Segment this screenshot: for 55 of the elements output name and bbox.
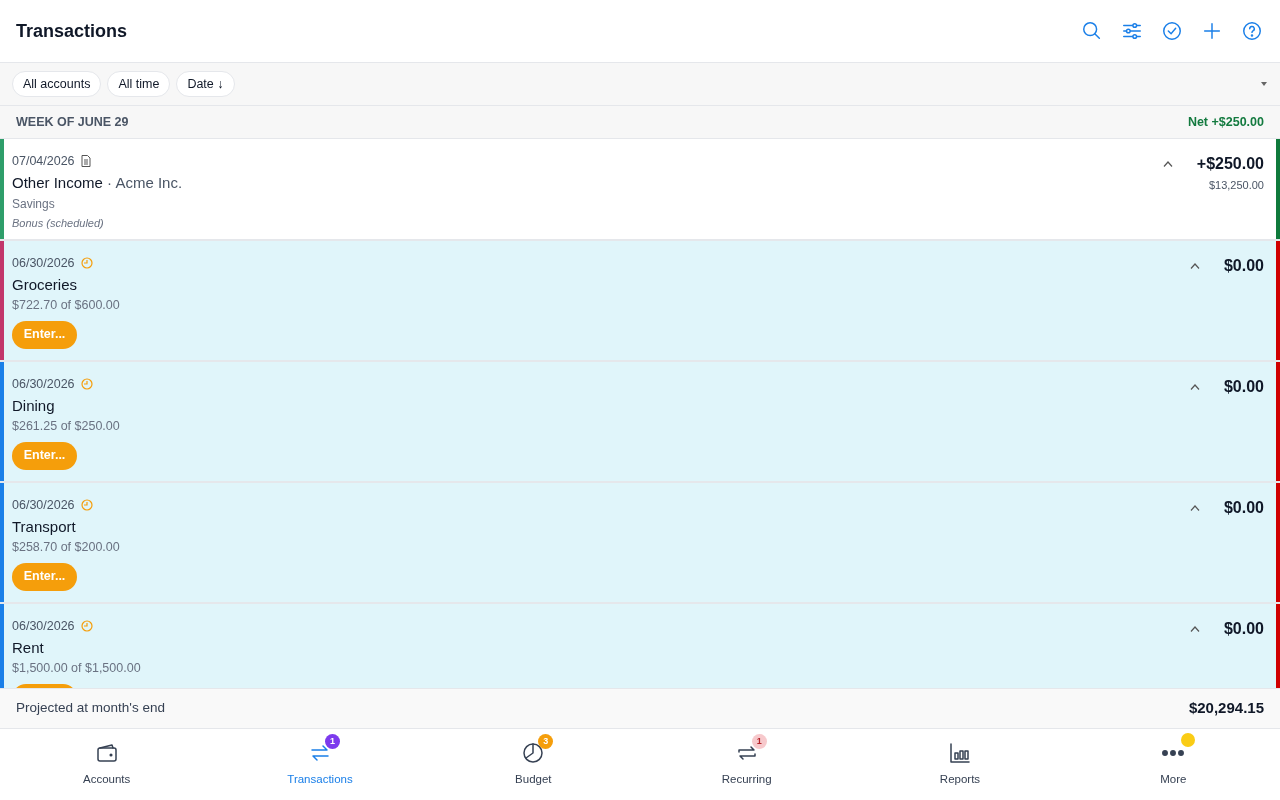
nav-tab[interactable]: 3 Budget [426,729,640,800]
transaction-title: Transport [12,517,77,537]
transaction-date: 06/30/2026 [12,496,75,514]
nav-tab[interactable]: More [1066,729,1280,800]
collapse-caret-icon[interactable] [1189,384,1200,390]
pie-chart-icon [521,740,546,765]
count-badge: 1 [751,733,767,749]
transaction-date: 06/30/2026 [12,254,75,272]
week-heading: WEEK OF JUNE 29 [16,113,129,131]
nav-tab[interactable]: Reports [853,729,1067,800]
filter-chip[interactable]: Date ↓ [176,71,235,97]
page-title: Transactions [16,19,128,43]
collapse-caret-icon[interactable] [1189,505,1200,511]
spent-amount-text: $261.25 of $250.00 [12,418,120,435]
count-badge: 3 [538,733,554,749]
transaction-date: 06/30/2026 [12,375,75,393]
transaction-title: Dining [12,396,56,416]
week-net-total: Net +$250.00 [1187,113,1264,131]
collapse-caret-icon[interactable] [1189,263,1200,269]
transaction-memo: Bonus (scheduled) [12,216,105,231]
transaction-amount: $0.00 [1223,498,1264,518]
account-name: Savings [12,196,56,213]
transaction-amount: $0.00 [1223,619,1264,639]
filter-chip[interactable]: All time [107,71,171,97]
clock-icon [80,499,93,511]
count-badge: 1 [325,733,340,749]
transaction-title: Rent [12,638,45,658]
more-dots-icon [1161,749,1186,756]
clock-icon [80,378,93,390]
nav-tab[interactable]: Accounts [0,729,214,800]
document-icon [80,155,91,167]
transaction-title: Other Income · Acme Inc. [12,173,183,193]
dropdown-caret-icon[interactable] [1260,80,1268,88]
transaction-amount: +$250.00 [1196,154,1264,174]
projected-balance: $20,294.15 [1188,698,1264,719]
spent-amount-text: $1,500.00 of $1,500.00 [12,660,141,677]
bar-chart-icon [947,740,972,765]
clock-icon [80,620,93,632]
clock-icon [80,257,93,269]
transaction-date: 06/30/2026 [12,617,75,635]
transaction-amount: $0.00 [1223,377,1264,397]
transaction-amount: $0.00 [1223,256,1264,276]
help-icon[interactable] [1240,19,1264,43]
collapse-caret-icon[interactable] [1189,626,1200,632]
transaction-title: Groceries [12,275,79,295]
filter-chip[interactable]: All accounts [12,71,102,97]
transaction-date: 07/04/2026 [12,152,75,170]
collapse-caret-icon[interactable] [1162,161,1173,167]
spent-amount-text: $722.70 of $600.00 [12,297,120,314]
running-balance: $13,250.00 [1208,178,1264,193]
spent-amount-text: $258.70 of $200.00 [12,539,120,556]
nav-tab[interactable]: 1 Transactions [213,729,427,800]
nav-tab[interactable]: 1 Recurring [640,729,854,800]
projection-label: Projected at month's end [16,699,165,718]
check-circle-icon[interactable] [1160,19,1184,43]
